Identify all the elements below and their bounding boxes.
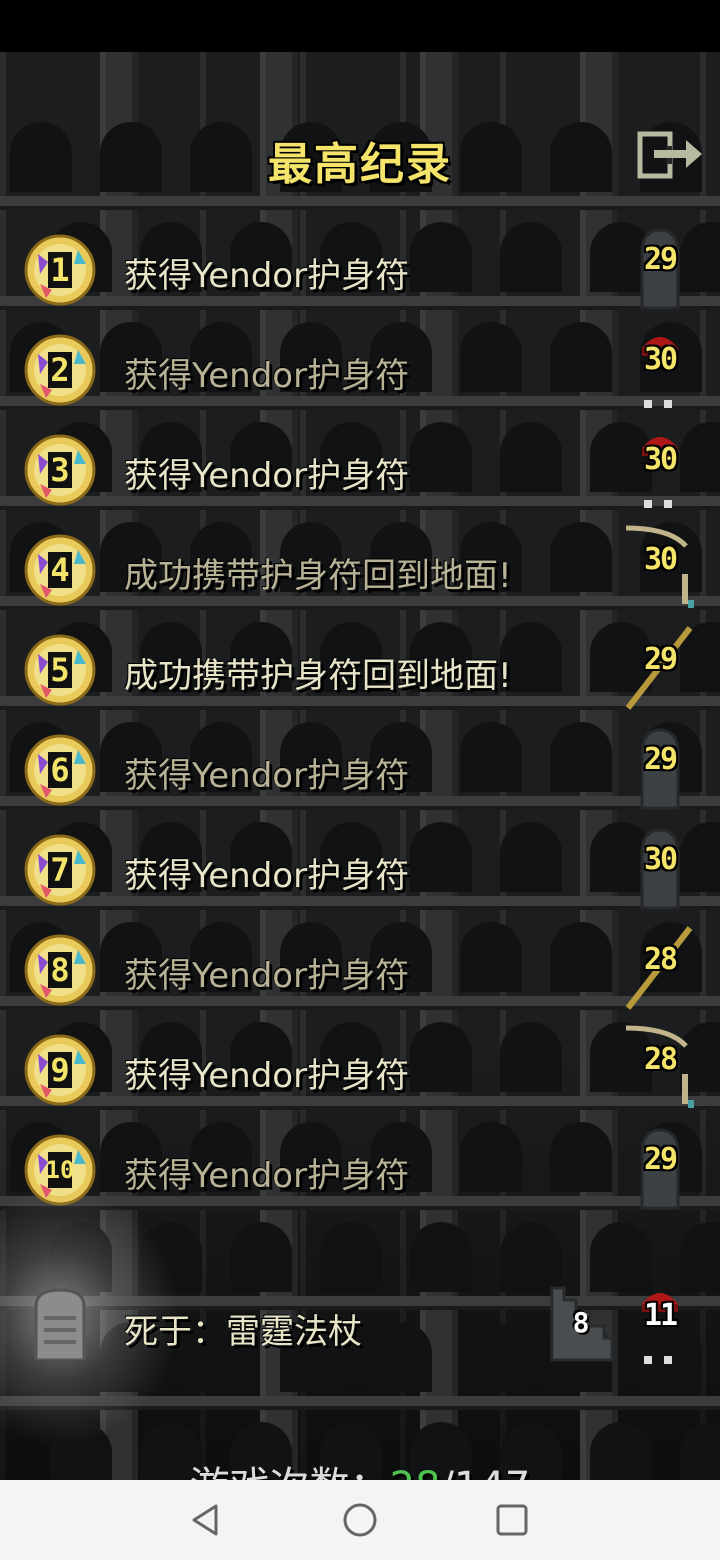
rank-number: 9	[50, 1051, 70, 1089]
hero-level: 30	[643, 842, 678, 877]
games-separator: /	[441, 1464, 454, 1480]
rank-badge-icon: 4	[24, 534, 96, 606]
record-description: 成功携带护身符回到地面!	[124, 556, 512, 596]
hero-level: 30	[643, 542, 678, 577]
gravestone-icon	[34, 1288, 86, 1360]
rank-badge-icon: 7	[24, 834, 96, 906]
record-description: 获得Yendor护身符	[124, 456, 410, 496]
record-description: 获得Yendor护身符	[124, 956, 410, 996]
game-scene: 最高纪录 1 获得Yendor护身符 29 2 获得Yendor护身符 30 3 获得Yend…	[0, 52, 720, 1480]
page-title: 最高纪录	[268, 139, 452, 190]
hero-level: 29	[643, 242, 678, 277]
status-bar	[0, 0, 720, 52]
rank-number: 5	[50, 651, 70, 689]
record-row[interactable]: 4 成功携带护身符回到地面! 30	[0, 520, 720, 620]
record-description: 获得Yendor护身符	[124, 856, 410, 896]
rank-number: 1	[50, 251, 70, 289]
record-row[interactable]: 6 获得Yendor护身符 29	[0, 720, 720, 820]
rank-badge-icon: 9	[24, 1034, 96, 1106]
rank-number: 2	[50, 351, 70, 389]
hero-level: 11	[643, 1298, 678, 1333]
depth-number: 8	[572, 1306, 590, 1339]
navigation-bar	[0, 1480, 720, 1560]
record-row[interactable]: 7 获得Yendor护身符 30	[0, 820, 720, 920]
record-description: 成功携带护身符回到地面!	[124, 656, 512, 696]
record-description: 获得Yendor护身符	[124, 256, 410, 296]
rank-number: 7	[50, 851, 70, 889]
recents-icon[interactable]	[492, 1500, 532, 1540]
latest-record-row[interactable]: 死于：雷霆法杖 8 11	[0, 1186, 720, 1446]
record-row[interactable]: 8 获得Yendor护身符 28	[0, 920, 720, 1020]
rank-number: 3	[50, 451, 70, 489]
record-row[interactable]: 9 获得Yendor护身符 28	[0, 1020, 720, 1120]
home-icon[interactable]	[340, 1500, 380, 1540]
exit-icon[interactable]	[636, 130, 706, 180]
rank-badge-icon: 3	[24, 434, 96, 506]
record-description: 获得Yendor护身符	[124, 756, 410, 796]
hero-level: 29	[643, 1142, 678, 1177]
stone-ledge	[0, 196, 720, 210]
hero-level: 29	[643, 642, 678, 677]
rank-badge-icon: 5	[24, 634, 96, 706]
games-played-label: 游戏次数：	[190, 1464, 390, 1480]
record-description: 获得Yendor护身符	[124, 1056, 410, 1096]
record-description: 获得Yendor护身符	[124, 356, 410, 396]
back-icon[interactable]	[186, 1500, 226, 1540]
hero-level: 28	[643, 942, 678, 977]
record-row[interactable]: 3 获得Yendor护身符 30	[0, 420, 720, 520]
death-cause-text: 死于：雷霆法杖	[124, 1312, 362, 1352]
rank-badge-icon: 1	[24, 234, 96, 306]
hero-level: 30	[643, 342, 678, 377]
rank-badge-icon: 8	[24, 934, 96, 1006]
games-played-counter: 游戏次数：28/147	[0, 1454, 720, 1480]
rank-badge-icon: 6	[24, 734, 96, 806]
record-row[interactable]: 2 获得Yendor护身符 30	[0, 320, 720, 420]
rank-number: 6	[50, 751, 70, 789]
hero-level: 28	[643, 1042, 678, 1077]
hero-level: 29	[643, 742, 678, 777]
record-row[interactable]: 5 成功携带护身符回到地面! 29	[0, 620, 720, 720]
rank-number: 4	[50, 551, 70, 589]
rank-number: 8	[50, 951, 70, 989]
hero-level: 30	[643, 442, 678, 477]
games-total-count: 147	[454, 1464, 530, 1480]
games-won-count: 28	[390, 1464, 441, 1480]
rank-badge-icon: 2	[24, 334, 96, 406]
record-row[interactable]: 1 获得Yendor护身符 29	[0, 220, 720, 320]
